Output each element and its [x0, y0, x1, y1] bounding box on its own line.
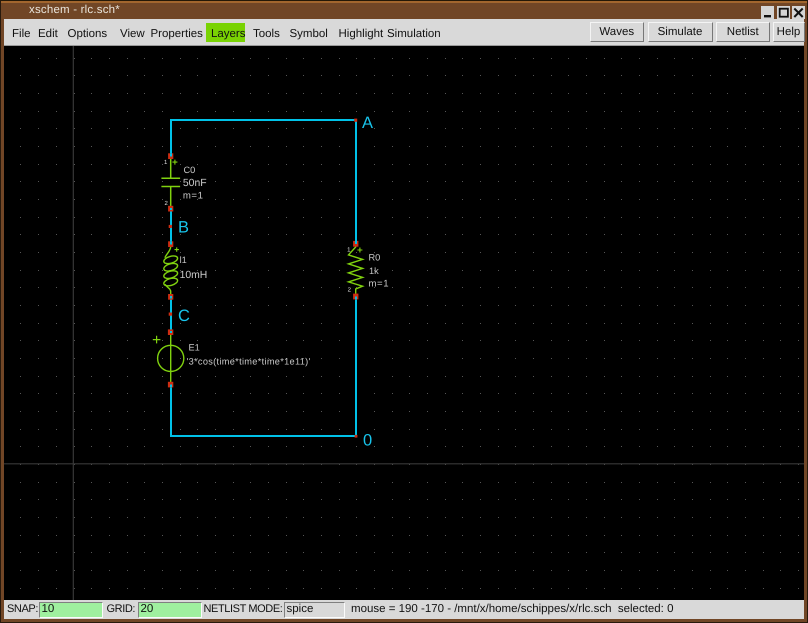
svg-text:m=1: m=1	[369, 278, 390, 289]
svg-text:R0: R0	[369, 253, 381, 263]
svg-text:2: 2	[164, 200, 168, 207]
svg-text:'3*cos(time*time*time*1e11)': '3*cos(time*time*time*1e11)'	[187, 357, 311, 367]
svg-text:l1: l1	[180, 255, 187, 265]
svg-text:1k: 1k	[369, 266, 379, 276]
svg-text:m=1: m=1	[183, 190, 204, 201]
svg-text:10mH: 10mH	[180, 270, 208, 281]
svg-text:B: B	[178, 219, 189, 237]
svg-text:2: 2	[348, 287, 352, 294]
svg-text:A: A	[362, 114, 373, 132]
svg-text:C0: C0	[184, 165, 196, 175]
svg-text:0: 0	[363, 431, 372, 449]
svg-text:1: 1	[164, 159, 168, 166]
svg-text:E1: E1	[189, 342, 200, 352]
svg-text:C: C	[178, 307, 190, 325]
svg-text:50nF: 50nF	[183, 178, 207, 189]
